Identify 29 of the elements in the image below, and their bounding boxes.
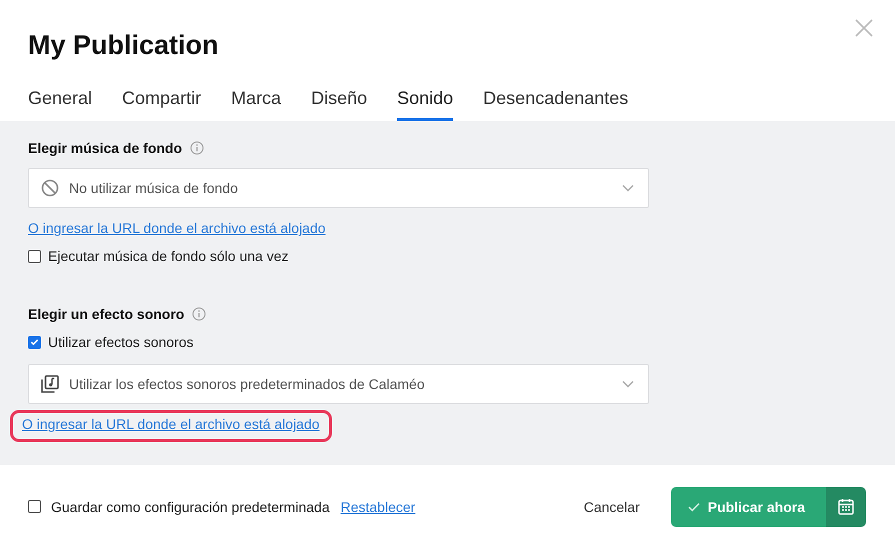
tab[interactable]: Diseño (311, 84, 368, 121)
url-link[interactable]: O ingresar la URL donde el archivo está alojado (28, 220, 326, 236)
url-link[interactable]: O ingresar la URL donde el archivo está alojado (22, 416, 320, 432)
checkbox[interactable] (28, 250, 41, 262)
info-icon[interactable] (192, 307, 206, 321)
tab[interactable]: General (28, 84, 92, 121)
chevron-down-icon (622, 184, 634, 192)
dropdown[interactable]: Utilizar los efectos sonoros predeterminados de Calaméo (28, 364, 649, 404)
window-title: My Publication (28, 29, 219, 62)
checkbox[interactable] (28, 500, 41, 513)
section-title: Elegir música de fondo (28, 140, 182, 156)
info-icon[interactable] (190, 141, 204, 155)
cancel-button[interactable]: Cancelar (574, 488, 650, 524)
tab[interactable]: Marca (231, 84, 282, 121)
tab[interactable]: Desencadenantes (483, 84, 628, 121)
tab[interactable]: Compartir (122, 84, 202, 121)
music-library-icon (41, 375, 59, 393)
section-title: Elegir un efecto sonoro (28, 306, 184, 322)
check-icon (688, 502, 700, 512)
dropdown[interactable]: No utilizar música de fondo (28, 168, 649, 208)
prohibited-icon (41, 179, 59, 197)
chevron-down-icon (622, 380, 634, 388)
reset-link[interactable]: Restablecer (340, 498, 416, 514)
checkbox-label: Ejecutar música de fondo sólo una vez (48, 248, 288, 264)
checkbox-label: Guardar como configuración predeterminada (51, 498, 330, 514)
checkbox-label: Utilizar efectos sonoros (48, 334, 194, 350)
checkbox[interactable] (28, 336, 41, 348)
schedule-button[interactable] (826, 486, 866, 526)
calendar-icon (838, 498, 854, 515)
